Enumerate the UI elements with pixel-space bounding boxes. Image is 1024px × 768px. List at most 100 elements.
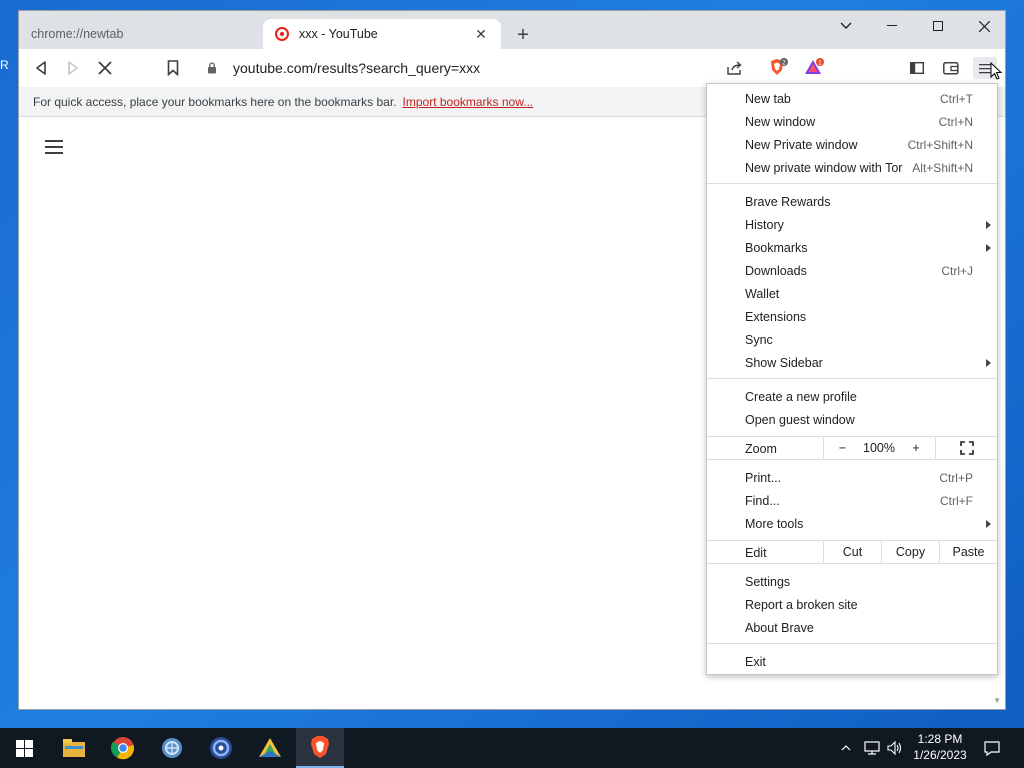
menu-sync[interactable]: Sync (707, 328, 997, 351)
menu-exit[interactable]: Exit (707, 650, 997, 673)
menu-label: Wallet (745, 286, 780, 301)
address-bar[interactable]: youtube.com/results?search_query=xxx (195, 54, 751, 82)
desktop-icon-label-fragment: R (0, 58, 9, 72)
maximize-button[interactable] (915, 11, 961, 41)
menu-guest-window[interactable]: Open guest window (707, 408, 997, 431)
submenu-arrow-icon (986, 243, 991, 252)
menu-brave-rewards[interactable]: Brave Rewards (707, 190, 997, 213)
fullscreen-button[interactable] (935, 437, 997, 459)
guide-menu-icon[interactable] (45, 140, 65, 154)
menu-more-tools[interactable]: More tools (707, 512, 997, 535)
tab-strip: chrome://newtab xxx - YouTube ✕ + (19, 11, 1005, 49)
notifications-icon[interactable] (978, 728, 1006, 768)
toolbar: youtube.com/results?search_query=xxx 2 1 (19, 49, 1005, 87)
cut-label: Cut (842, 545, 863, 559)
tab-title: xxx - YouTube (299, 27, 378, 41)
zoom-value: 100% (861, 437, 897, 459)
share-icon[interactable] (723, 57, 747, 79)
menu-about-brave[interactable]: About Brave (707, 616, 997, 639)
copy-label: Copy (895, 545, 926, 559)
media-icon[interactable] (197, 728, 245, 768)
menu-report-broken-site[interactable]: Report a broken site (707, 593, 997, 616)
edit-row: Edit Cut Copy Paste (707, 540, 997, 564)
menu-label: Sync (745, 332, 773, 347)
clock-time: 1:28 PM (917, 732, 963, 746)
menu-extensions[interactable]: Extensions (707, 305, 997, 328)
scroll-down-arrow[interactable]: ▼ (993, 696, 1001, 705)
copy-button[interactable]: Copy (881, 541, 939, 563)
url-text: youtube.com/results?search_query=xxx (233, 60, 481, 76)
mouse-cursor-icon (990, 61, 1003, 83)
menu-print[interactable]: Print... Ctrl+P (707, 466, 997, 489)
sidebar-toggle-icon[interactable] (905, 57, 929, 79)
menu-shortcut: Ctrl+T (940, 91, 973, 106)
menu-label: Downloads (745, 263, 807, 278)
menu-history[interactable]: History (707, 213, 997, 236)
paste-label: Paste (952, 545, 985, 559)
zoom-out-button[interactable]: − (823, 437, 861, 459)
youtube-icon (275, 27, 289, 41)
menu-new-private-window[interactable]: New Private window Ctrl+Shift+N (707, 133, 997, 156)
menu-settings[interactable]: Settings (707, 570, 997, 593)
chrome-icon[interactable] (99, 728, 147, 768)
menu-create-profile[interactable]: Create a new profile (707, 385, 997, 408)
tray-chevron-icon[interactable] (836, 728, 856, 768)
brave-shields-icon[interactable]: 2 (767, 57, 791, 79)
menu-show-sidebar[interactable]: Show Sidebar (707, 351, 997, 374)
network-icon[interactable] (148, 728, 196, 768)
submenu-arrow-icon (986, 220, 991, 229)
stop-loading-icon[interactable] (93, 57, 117, 79)
new-tab-button[interactable]: + (511, 23, 535, 47)
network-tray-icon[interactable] (860, 728, 884, 768)
forward-icon[interactable] (61, 57, 85, 79)
menu-find[interactable]: Find... Ctrl+F (707, 489, 997, 512)
rewards-count: 1 (818, 60, 822, 67)
paste-button[interactable]: Paste (939, 541, 997, 563)
submenu-arrow-icon (986, 519, 991, 528)
close-tab-icon[interactable]: ✕ (473, 26, 489, 42)
menu-separator (707, 643, 997, 644)
fullscreen-icon (959, 441, 974, 455)
brave-icon[interactable] (296, 728, 344, 768)
game-icon[interactable] (246, 728, 294, 768)
close-window-button[interactable] (961, 11, 1007, 41)
menu-separator (707, 378, 997, 379)
menu-new-tab[interactable]: New tab Ctrl+T (707, 87, 997, 110)
edit-label: Edit (745, 546, 767, 560)
system-clock[interactable]: 1:28 PM 1/26/2023 (904, 731, 976, 763)
menu-new-tor-window[interactable]: New private window with Tor Alt+Shift+N (707, 156, 997, 179)
menu-label: History (745, 217, 784, 232)
menu-bookmarks[interactable]: Bookmarks (707, 236, 997, 259)
start-button[interactable] (0, 728, 48, 768)
import-bookmarks-link[interactable]: Import bookmarks now... (403, 95, 534, 109)
file-explorer-icon[interactable] (50, 728, 98, 768)
brave-rewards-icon[interactable]: 1 (803, 57, 827, 79)
menu-wallet[interactable]: Wallet (707, 282, 997, 305)
back-icon[interactable] (29, 57, 53, 79)
volume-icon[interactable] (884, 728, 906, 768)
menu-label: New private window with Tor (745, 160, 903, 175)
tab-youtube[interactable]: xxx - YouTube ✕ (263, 19, 501, 49)
minimize-button[interactable] (869, 11, 915, 41)
zoom-out-label: − (838, 441, 847, 455)
menu-shortcut: Alt+Shift+N (912, 160, 973, 175)
menu-label: More tools (745, 516, 804, 531)
zoom-row: Zoom − 100% + (707, 436, 997, 460)
bookmark-icon[interactable] (161, 57, 185, 79)
menu-new-window[interactable]: New window Ctrl+N (707, 110, 997, 133)
tab-newtab[interactable]: chrome://newtab (19, 19, 261, 49)
zoom-label: Zoom (745, 442, 777, 456)
wallet-icon[interactable] (939, 57, 963, 79)
menu-shortcut: Ctrl+N (938, 114, 973, 129)
menu-shortcut: Ctrl+P (939, 470, 973, 485)
cut-button[interactable]: Cut (823, 541, 881, 563)
zoom-in-button[interactable]: + (897, 437, 935, 459)
menu-label: Show Sidebar (745, 355, 823, 370)
menu-label: New Private window (745, 137, 858, 152)
menu-downloads[interactable]: Downloads Ctrl+J (707, 259, 997, 282)
tab-search-icon[interactable] (823, 11, 869, 41)
zoom-in-label: + (912, 441, 920, 455)
menu-label: Find... (745, 493, 780, 508)
lock-icon (207, 62, 223, 74)
menu-label: New window (745, 114, 816, 129)
